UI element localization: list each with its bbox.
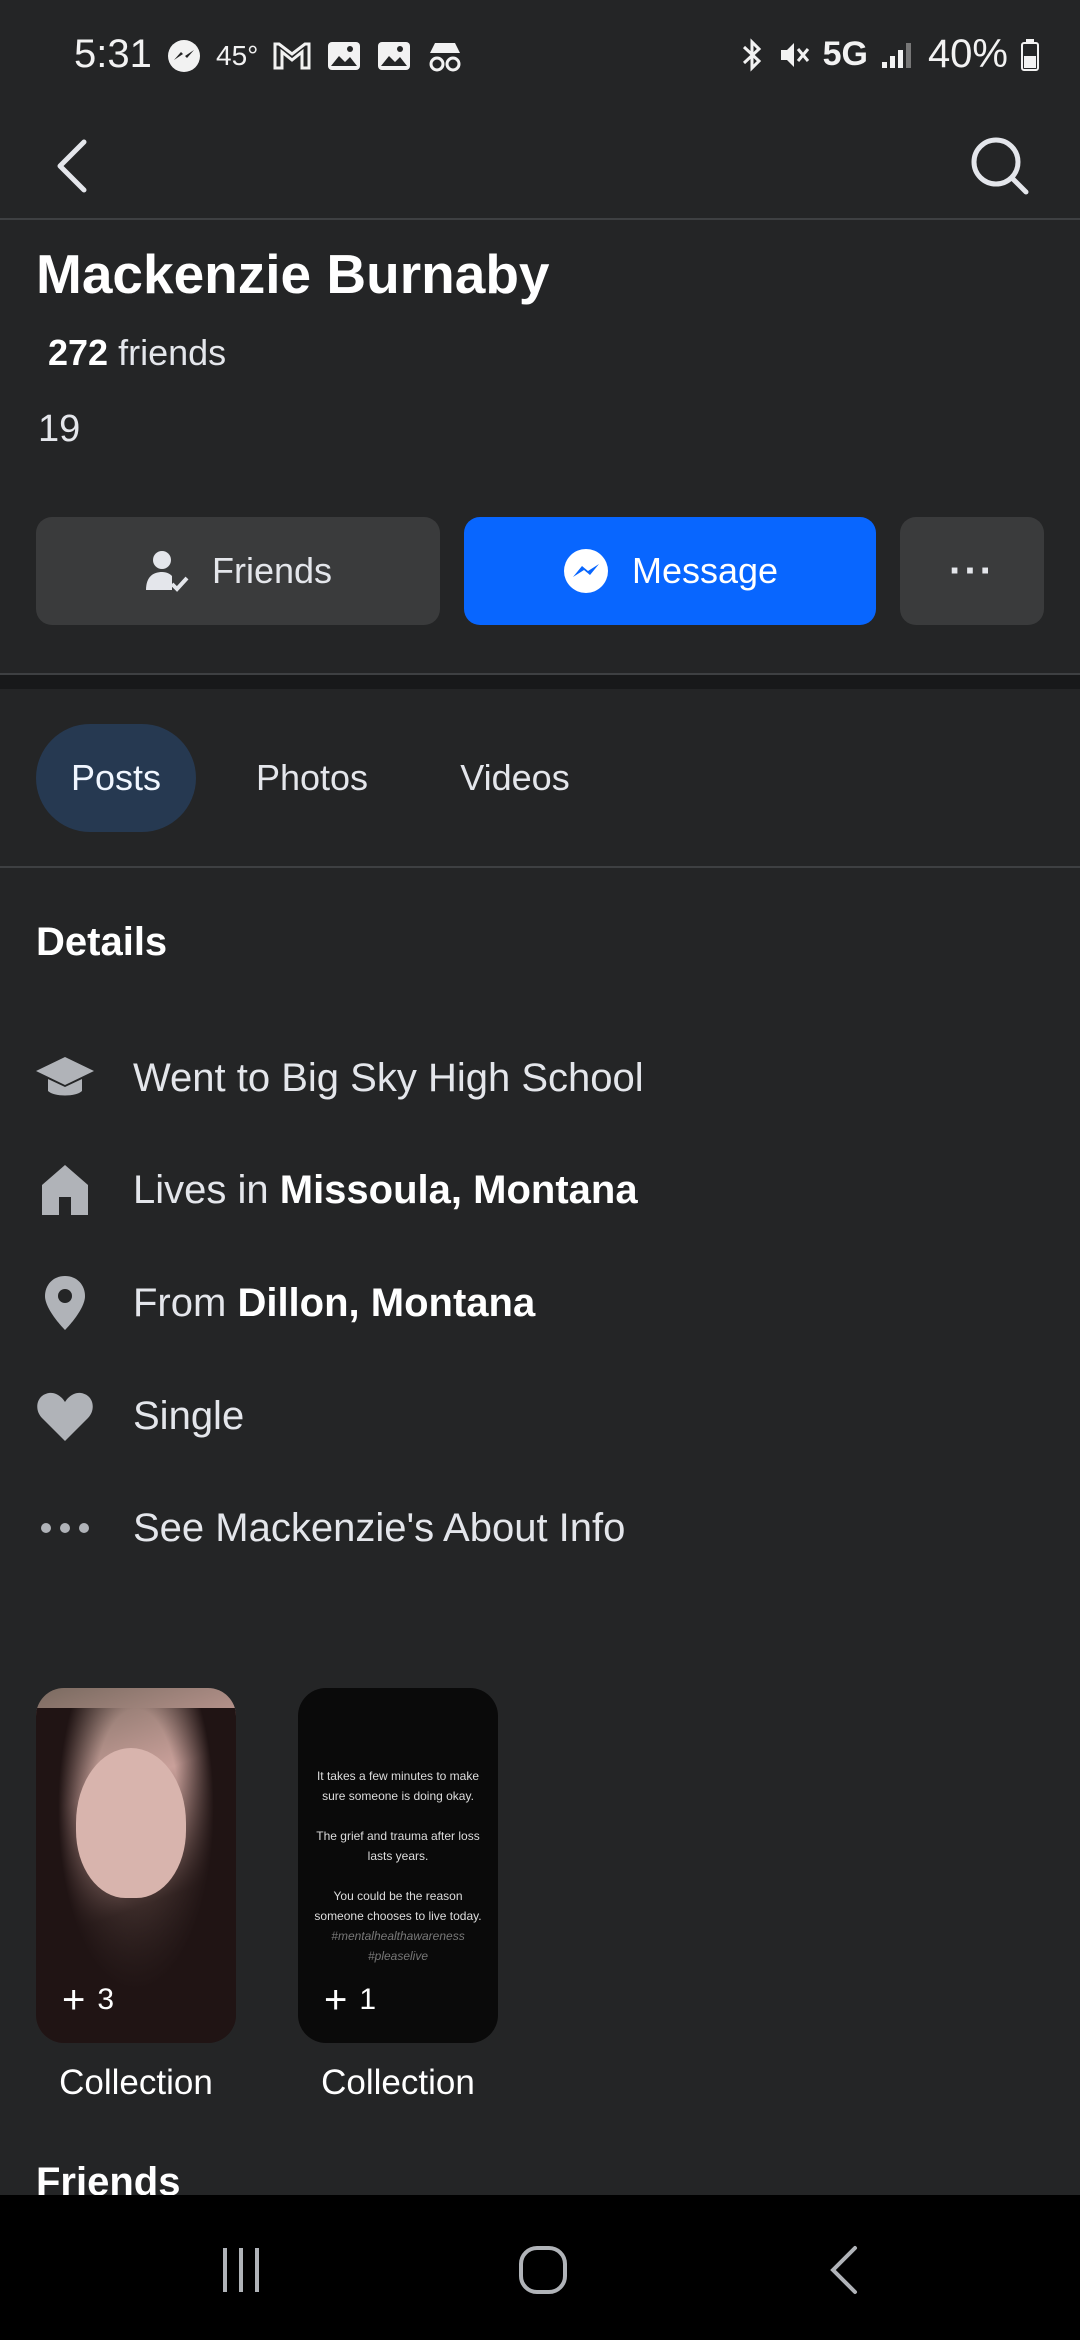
system-back-button[interactable]	[800, 2235, 890, 2305]
detail-from-place[interactable]: Dillon, Montana	[237, 1281, 535, 1325]
plus-icon: +	[324, 1978, 348, 2022]
recent-apps-icon	[223, 2248, 259, 2292]
tab-videos[interactable]: Videos	[440, 724, 590, 832]
detail-education[interactable]: Went to Big Sky High School	[0, 1038, 1080, 1118]
status-time: 5:31	[74, 32, 152, 76]
home-icon	[34, 1159, 96, 1221]
messenger-icon	[168, 40, 200, 72]
detail-lives-in-prefix: Lives in	[133, 1167, 280, 1212]
profile-tabs: Posts Photos Videos	[0, 724, 1080, 832]
battery-percent: 40%	[927, 32, 1008, 76]
card-hashtags: #mentalhealthawareness #pleaselive	[331, 1929, 465, 1963]
message-button-label: Message	[631, 550, 779, 591]
friend-check-icon	[145, 551, 189, 592]
image-icon	[378, 42, 411, 70]
back-chevron-icon	[830, 2246, 857, 2294]
home-button[interactable]	[498, 2235, 588, 2305]
network-type: 5G	[822, 35, 868, 73]
collection-count-value: 1	[359, 1983, 377, 2016]
messenger-icon	[563, 549, 608, 593]
detail-lives-in-place[interactable]: Missoula, Montana	[280, 1168, 638, 1212]
education-icon	[34, 1047, 96, 1109]
search-icon	[971, 137, 1029, 195]
section-divider	[0, 673, 1080, 689]
mute-icon	[780, 42, 809, 67]
tab-posts[interactable]: Posts	[36, 724, 196, 832]
card-text-line: The grief and trauma after loss lasts ye…	[316, 1829, 480, 1863]
image-icon	[328, 42, 361, 70]
top-bar	[0, 110, 1080, 220]
plus-icon: +	[62, 1978, 86, 2022]
collection-card[interactable]: It takes a few minutes to make sure some…	[298, 1688, 498, 2043]
system-nav-bar	[0, 2195, 1080, 2340]
details-heading: Details	[36, 920, 168, 964]
signal-icon	[881, 42, 911, 68]
collection-card-text: It takes a few minutes to make sure some…	[308, 1766, 488, 1966]
temperature: 45°	[216, 40, 259, 71]
collection-card[interactable]: + 3	[36, 1688, 236, 2043]
more-dots-icon: ···	[949, 548, 995, 593]
tabs-divider	[0, 866, 1080, 868]
back-button[interactable]	[44, 122, 104, 202]
detail-education-text: Went to Big Sky High School	[133, 1055, 644, 1100]
heart-icon	[34, 1385, 96, 1447]
collection-count-value: 3	[97, 1983, 115, 2016]
collection-count: + 3	[62, 1978, 115, 2022]
collection-photo-face	[76, 1748, 186, 1898]
see-about-info-text: See Mackenzie's About Info	[133, 1505, 626, 1550]
friends-button-label: Friends	[211, 550, 333, 591]
detail-from[interactable]: From Dillon, Montana	[0, 1263, 1080, 1343]
home-circle-icon	[519, 2246, 567, 2294]
profile-name: Mackenzie Burnaby	[36, 243, 550, 305]
incognito-icon	[429, 43, 461, 72]
card-text-line: You could be the reason someone chooses …	[314, 1889, 482, 1923]
detail-lives-in[interactable]: Lives in Missoula, Montana	[0, 1150, 1080, 1230]
notification-icons: 45°	[166, 38, 464, 74]
collection-label: Collection	[59, 2063, 213, 2102]
message-button[interactable]: Message	[464, 517, 876, 625]
status-bar: 5:31 45° 5G 40%	[0, 0, 1080, 110]
search-button[interactable]	[960, 122, 1040, 202]
detail-relationship[interactable]: Single	[0, 1376, 1080, 1456]
friends-count-number: 272	[48, 332, 109, 373]
gmail-icon	[273, 42, 311, 70]
profile-age: 19	[38, 408, 81, 450]
collection-count: + 1	[324, 1978, 377, 2022]
system-status: 5G 40%	[739, 32, 1040, 77]
back-arrow-icon	[57, 139, 87, 193]
location-pin-icon	[34, 1272, 96, 1334]
more-options-button[interactable]: ···	[900, 517, 1044, 625]
see-about-info[interactable]: See Mackenzie's About Info	[0, 1488, 1080, 1568]
more-dots-icon	[34, 1497, 96, 1559]
friends-count-label: friends	[118, 332, 227, 373]
friends-count[interactable]: 272 friends	[48, 332, 226, 374]
tab-photos[interactable]: Photos	[232, 724, 392, 832]
card-text-line: It takes a few minutes to make sure some…	[316, 1769, 480, 1803]
detail-relationship-text: Single	[133, 1393, 245, 1438]
friends-button[interactable]: Friends	[36, 517, 440, 625]
profile-actions: Friends Message ···	[36, 517, 1044, 625]
collection-label: Collection	[321, 2063, 475, 2102]
bluetooth-icon	[742, 37, 761, 72]
detail-from-prefix: From	[133, 1280, 238, 1325]
battery-icon	[1021, 38, 1039, 71]
recent-apps-button[interactable]	[196, 2235, 286, 2305]
